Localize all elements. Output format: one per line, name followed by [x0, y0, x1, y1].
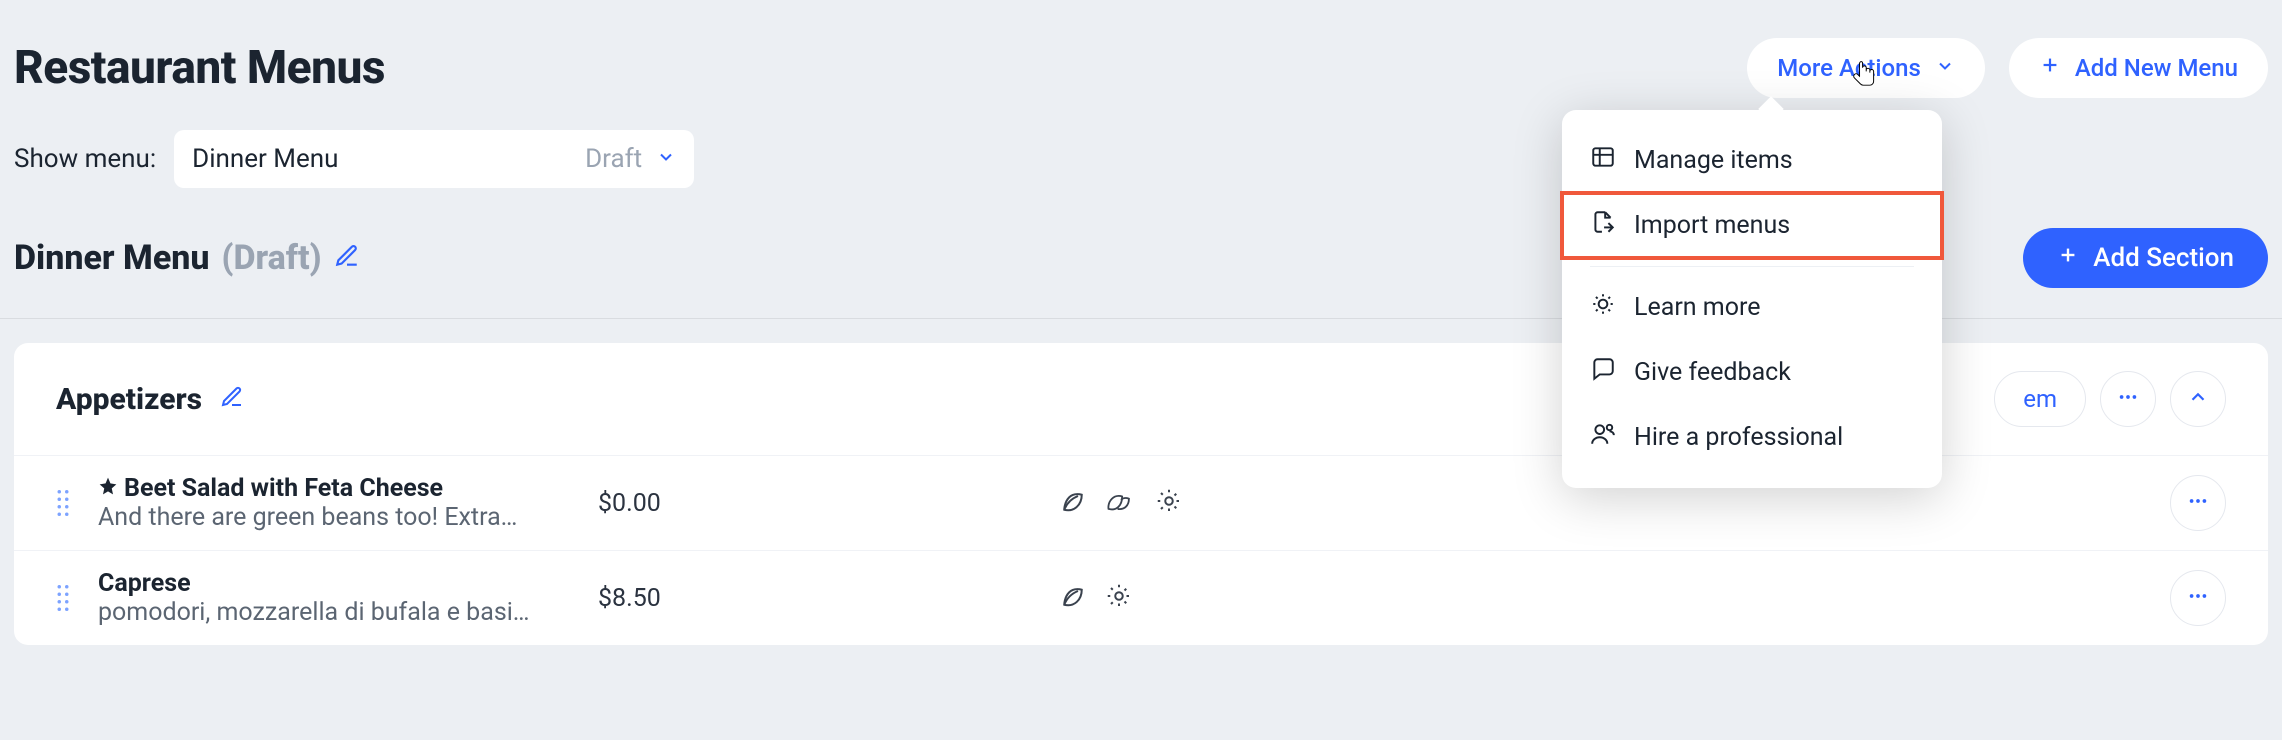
section-title: Appetizers	[56, 382, 202, 417]
item-more-options-button[interactable]	[2170, 570, 2226, 626]
edit-section-name-button[interactable]	[220, 385, 244, 413]
more-actions-label: More Actions	[1777, 54, 1921, 82]
add-section-button[interactable]: Add Section	[2023, 228, 2268, 288]
page-title: Restaurant Menus	[14, 41, 385, 95]
menu-select-status: Draft	[585, 144, 642, 174]
current-menu-title: Dinner Menu	[14, 238, 210, 278]
ellipsis-icon	[2187, 490, 2209, 516]
more-actions-dropdown: Manage items Import menus Learn more Giv…	[1562, 110, 1942, 488]
import-icon	[1590, 209, 1616, 242]
dropdown-item-chat[interactable]: Give feedback	[1562, 340, 1942, 405]
collapse-section-button[interactable]	[2170, 371, 2226, 427]
add-new-menu-button[interactable]: Add New Menu	[2009, 38, 2268, 98]
sun-icon	[1104, 581, 1134, 615]
item-price: $0.00	[598, 489, 1058, 518]
menu-select[interactable]: Dinner Menu Draft	[174, 130, 694, 188]
edit-menu-name-button[interactable]	[334, 243, 360, 273]
dropdown-item-label: Manage items	[1634, 146, 1793, 175]
pro-icon	[1590, 421, 1616, 454]
show-menu-label: Show menu:	[14, 144, 156, 174]
double-leaf-icon	[1104, 486, 1138, 520]
item-more-options-button[interactable]	[2170, 475, 2226, 531]
item-title: Beet Salad with Feta Cheese	[124, 474, 443, 503]
item-title: Caprese	[98, 569, 191, 598]
dropdown-item-grid[interactable]: Manage items	[1562, 128, 1942, 193]
leaf-icon	[1058, 486, 1088, 520]
star-icon	[98, 474, 118, 503]
chevron-up-icon	[2187, 386, 2209, 412]
item-tags	[1058, 486, 2170, 520]
dropdown-item-pro[interactable]: Hire a professional	[1562, 405, 1942, 470]
section-action-partial-label: em	[2023, 385, 2057, 413]
dropdown-item-label: Give feedback	[1634, 358, 1791, 387]
add-new-menu-label: Add New Menu	[2075, 54, 2238, 82]
grid-icon	[1590, 144, 1616, 177]
plus-icon	[2057, 243, 2079, 273]
chat-icon	[1590, 356, 1616, 389]
menu-select-value: Dinner Menu	[192, 144, 571, 174]
chevron-down-icon	[656, 144, 676, 174]
drag-handle[interactable]	[56, 583, 98, 613]
chevron-down-icon	[1935, 54, 1955, 82]
ellipsis-icon	[2117, 386, 2139, 412]
ellipsis-icon	[2187, 585, 2209, 611]
item-tags	[1058, 581, 2170, 615]
item-description: pomodori, mozzarella di bufala e basi…	[98, 598, 568, 627]
more-section-options-button[interactable]	[2100, 371, 2156, 427]
more-actions-button[interactable]: More Actions	[1747, 38, 1985, 98]
dropdown-item-label: Import menus	[1634, 211, 1790, 240]
dropdown-item-label: Hire a professional	[1634, 423, 1843, 452]
item-description: And there are green beans too! Extra…	[98, 503, 568, 532]
drag-handle[interactable]	[56, 488, 98, 518]
sun-icon	[1154, 486, 1184, 520]
add-section-label: Add Section	[2093, 243, 2234, 273]
menu-item-row: Caprese pomodori, mozzarella di bufala e…	[14, 550, 2268, 645]
dropdown-item-bulb[interactable]: Learn more	[1562, 275, 1942, 340]
dropdown-divider	[1590, 266, 1914, 267]
plus-icon	[2039, 54, 2061, 82]
dropdown-item-label: Learn more	[1634, 293, 1760, 322]
leaf-icon	[1058, 581, 1088, 615]
bulb-icon	[1590, 291, 1616, 324]
dropdown-item-import[interactable]: Import menus	[1562, 193, 1942, 258]
section-action-partial[interactable]: em	[1994, 371, 2086, 427]
item-price: $8.50	[598, 584, 1058, 613]
current-menu-status: (Draft)	[222, 238, 322, 278]
